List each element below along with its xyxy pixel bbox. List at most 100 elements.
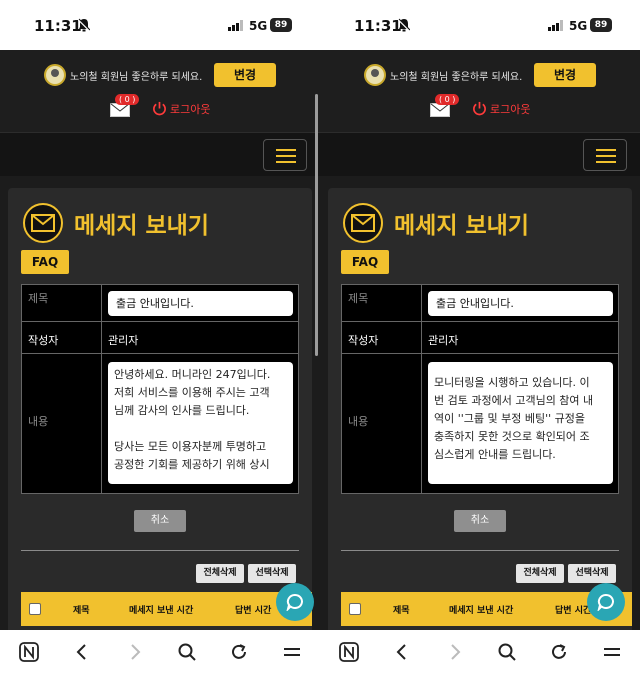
split-screen: 11:31 5G 89 노의철 회원님 좋은하루 되세요. 변경 ( 0 ) 로… [0, 0, 640, 696]
row-divider [342, 353, 618, 354]
menu-icon[interactable] [263, 139, 307, 171]
logout-link[interactable]: 로그아웃 [170, 101, 210, 117]
greeting-text: 노의철 회원님 좋은하루 되세요. [390, 72, 523, 83]
status-bar: 11:31 5G 89 [0, 0, 320, 50]
content-textarea[interactable]: 안녕하세요. 머니라인 247입니다. 저희 서비스를 이용해 주시는 고객 님… [108, 362, 293, 484]
content-line: 당사는 모든 이용자분께 투명하고 [114, 440, 267, 453]
page-title: 메세지 보내기 [394, 213, 529, 239]
mail-icon[interactable] [430, 103, 450, 117]
row-divider [22, 353, 298, 354]
column-sent-time: 메세지 보낸 시간 [129, 606, 194, 616]
chat-button[interactable] [276, 583, 314, 621]
content-line: 충족하지 못한 것으로 확인되어 조 [434, 430, 590, 443]
column-reply-time: 답변 시간 [555, 606, 592, 616]
section-divider [21, 550, 299, 551]
content-line: 모니터링을 시행하고 있습니다. 이 [434, 376, 590, 389]
scrollbar[interactable] [315, 94, 318, 356]
content-label: 내용 [28, 415, 49, 428]
browser-toolbar [320, 630, 640, 696]
column-subject: 제목 [73, 606, 90, 616]
faq-button[interactable]: FAQ [341, 250, 389, 274]
back-icon[interactable] [72, 642, 92, 662]
bell-off-icon [398, 18, 410, 32]
battery-indicator: 89 [270, 18, 292, 32]
section-divider [341, 550, 619, 551]
delete-selected-button[interactable]: 선택삭제 [248, 564, 296, 583]
chat-icon [597, 593, 614, 611]
delete-selected-button[interactable]: 선택삭제 [568, 564, 616, 583]
cancel-button[interactable]: 취소 [134, 510, 186, 532]
message-form: 제목 출금 안내입니다. 작성자 관리자 내용 모니터링을 시행하고 있습니다.… [341, 284, 619, 494]
column-divider [421, 285, 422, 493]
column-reply-time: 답변 시간 [235, 606, 272, 616]
delete-all-button[interactable]: 전체삭제 [516, 564, 564, 583]
reload-icon[interactable] [229, 642, 249, 662]
power-icon[interactable] [152, 101, 167, 116]
forward-icon[interactable] [125, 642, 145, 662]
user-bar: 노의철 회원님 좋은하루 되세요. 변경 ( 0 ) 로그아웃 [0, 50, 320, 132]
author-label: 작성자 [348, 334, 379, 347]
content-line: 공정한 기회를 제공하기 위해 상시 [114, 458, 270, 471]
logout-link[interactable]: 로그아웃 [490, 101, 530, 117]
chat-icon [286, 593, 303, 611]
cancel-button[interactable]: 취소 [454, 510, 506, 532]
browser-panel-right: 11:31 5G 89 노의철 회원님 좋은하루 되세요. 변경 ( 0 ) 로… [320, 0, 640, 696]
bell-off-icon [78, 18, 90, 32]
status-bar: 11:31 5G 89 [320, 0, 640, 50]
select-all-checkbox[interactable] [29, 603, 41, 615]
message-card: 메세지 보내기 FAQ 제목 출금 안내입니다. 작성자 관리자 내용 안녕하세… [8, 188, 312, 648]
menu-icon[interactable] [583, 139, 627, 171]
column-subject: 제목 [393, 606, 410, 616]
envelope-icon [343, 203, 383, 243]
row-divider [22, 321, 298, 322]
change-button[interactable]: 변경 [534, 63, 596, 87]
content-line: 번 검토 과정에서 고객님의 참여 내 [434, 394, 594, 407]
content-line [114, 420, 287, 438]
content-textarea[interactable]: 모니터링을 시행하고 있습니다. 이 번 검토 과정에서 고객님의 참여 내 역… [428, 362, 613, 484]
search-icon[interactable] [497, 642, 517, 662]
row-divider [342, 321, 618, 322]
chat-button[interactable] [587, 583, 625, 621]
browser-toolbar [0, 630, 320, 696]
network-label: 5G [249, 19, 268, 33]
nav-bar [0, 132, 320, 176]
faq-button[interactable]: FAQ [21, 250, 69, 274]
n-logo-icon[interactable] [19, 642, 39, 662]
power-icon[interactable] [472, 101, 487, 116]
mail-count-badge: ( 0 ) [115, 94, 140, 105]
browser-panel-left: 11:31 5G 89 노의철 회원님 좋은하루 되세요. 변경 ( 0 ) 로… [0, 0, 320, 696]
menu-icon[interactable] [602, 642, 622, 662]
subject-label: 제목 [28, 292, 49, 305]
avatar [364, 64, 386, 86]
nav-bar [320, 132, 640, 176]
content-line: 님께 감사의 인사를 드립니다. [114, 404, 250, 417]
search-icon[interactable] [177, 642, 197, 662]
page-title: 메세지 보내기 [74, 213, 209, 239]
greeting-text: 노의철 회원님 좋은하루 되세요. [70, 72, 203, 83]
signal-icon [548, 20, 563, 31]
back-icon[interactable] [392, 642, 412, 662]
menu-icon[interactable] [282, 642, 302, 662]
forward-icon[interactable] [445, 642, 465, 662]
author-value: 관리자 [428, 334, 459, 347]
user-bar: 노의철 회원님 좋은하루 되세요. 변경 ( 0 ) 로그아웃 [320, 50, 640, 132]
mail-count-badge: ( 0 ) [435, 94, 460, 105]
battery-indicator: 89 [590, 18, 612, 32]
change-button[interactable]: 변경 [214, 63, 276, 87]
content-line: 저희 서비스를 이용해 주시는 고객 [114, 386, 270, 399]
n-logo-icon[interactable] [339, 642, 359, 662]
reload-icon[interactable] [549, 642, 569, 662]
select-all-checkbox[interactable] [349, 603, 361, 615]
subject-field[interactable]: 출금 안내입니다. [108, 291, 293, 316]
mail-icon[interactable] [110, 103, 130, 117]
message-form: 제목 출금 안내입니다. 작성자 관리자 내용 안녕하세요. 머니라인 247입… [21, 284, 299, 494]
column-divider [101, 285, 102, 493]
envelope-icon [23, 203, 63, 243]
content-label: 내용 [348, 415, 369, 428]
message-list-header: 제목 메세지 보낸 시간 답변 시간 [21, 592, 312, 626]
content-line: 안녕하세요. 머니라인 247입니다. [114, 368, 271, 381]
content-line: 심스럽게 안내를 드립니다. [434, 448, 556, 461]
subject-field[interactable]: 출금 안내입니다. [428, 291, 613, 316]
signal-icon [228, 20, 243, 31]
delete-all-button[interactable]: 전체삭제 [196, 564, 244, 583]
